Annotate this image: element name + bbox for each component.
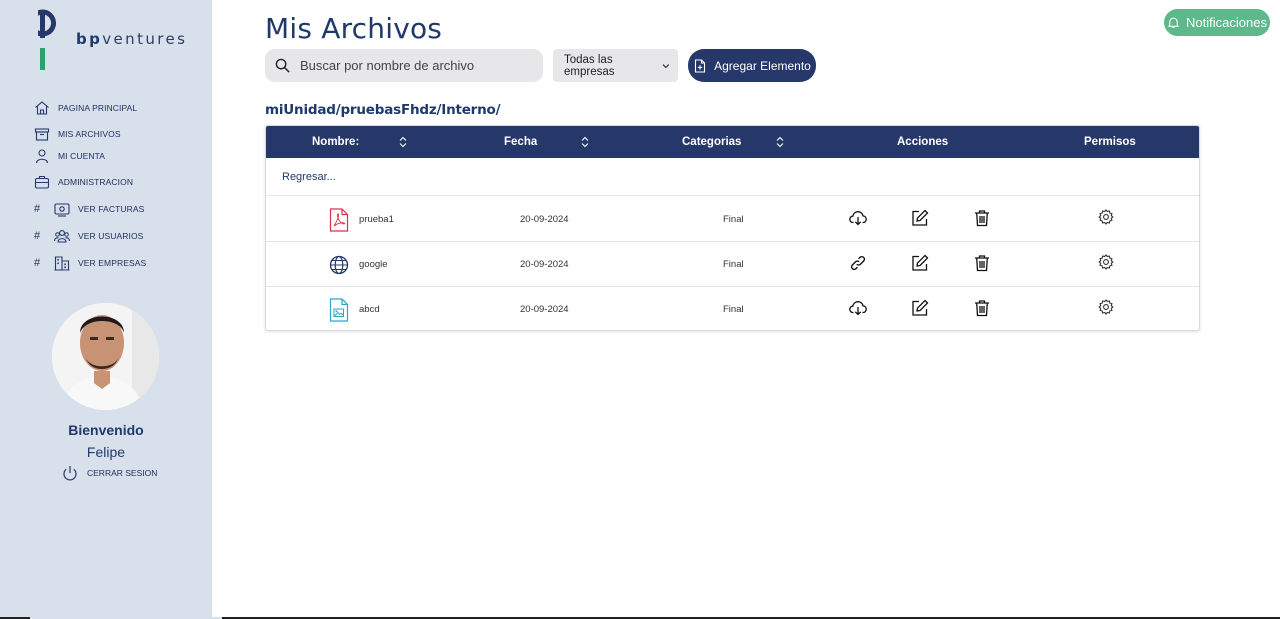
- file-date: 20-09-2024: [520, 214, 569, 225]
- gear-icon[interactable]: [1097, 253, 1115, 271]
- sidebar-item-mi-cuenta[interactable]: MI CUENTA: [34, 145, 105, 167]
- sidebar-item-label: ADMINISTRACION: [58, 177, 134, 187]
- globe-icon: [328, 242, 350, 287]
- column-label: Nombre:: [312, 136, 360, 148]
- sidebar: bpventures PAGINA PRINCIPAL MIS ARCHIVOS…: [0, 0, 212, 619]
- sidebar-item-label: VER EMPRESAS: [78, 258, 147, 268]
- bell-icon: [1167, 17, 1180, 28]
- hash-marker: #: [34, 230, 41, 242]
- sidebar-item-label: VER FACTURAS: [78, 204, 145, 214]
- gear-icon[interactable]: [1097, 208, 1115, 226]
- hash-marker: #: [34, 257, 41, 269]
- trash-icon[interactable]: [973, 299, 991, 317]
- logout-label: CERRAR SESION: [87, 468, 158, 478]
- table-row[interactable]: prueba1 20-09-2024 Final: [266, 197, 1199, 242]
- invoice-icon: [54, 203, 70, 217]
- link-icon[interactable]: [849, 254, 867, 272]
- column-header-categorias[interactable]: Categorias: [682, 126, 784, 158]
- brand-name: bpventures: [76, 30, 188, 48]
- image-file-icon: [328, 287, 350, 332]
- back-link[interactable]: Regresar...: [282, 171, 336, 183]
- sort-icon[interactable]: [581, 136, 589, 148]
- avatar: [52, 303, 159, 410]
- power-icon: [63, 466, 77, 481]
- search-input[interactable]: [300, 58, 530, 73]
- download-icon[interactable]: [849, 299, 867, 317]
- home-icon: [35, 101, 49, 115]
- file-category: Final: [723, 259, 744, 270]
- sidebar-item-administracion[interactable]: ADMINISTRACION: [34, 171, 133, 193]
- sidebar-item-label: VER USUARIOS: [78, 231, 144, 241]
- column-header-nombre[interactable]: Nombre:: [312, 126, 407, 158]
- user-photo: [52, 303, 159, 410]
- sort-icon[interactable]: [776, 136, 784, 148]
- archive-icon: [34, 128, 50, 141]
- trash-icon[interactable]: [973, 254, 991, 272]
- trash-icon[interactable]: [973, 209, 991, 227]
- download-icon[interactable]: [849, 209, 867, 227]
- column-label: Acciones: [897, 136, 949, 148]
- column-header-permisos: Permisos: [1084, 126, 1136, 158]
- sort-icon[interactable]: [399, 136, 407, 148]
- breadcrumb[interactable]: miUnidad/pruebasFhdz/Interno/: [265, 102, 501, 118]
- welcome-text: Bienvenido: [68, 422, 144, 438]
- files-table: Nombre: Fecha Categorias Acciones Permis…: [265, 125, 1200, 331]
- sidebar-item-pagina-principal[interactable]: PAGINA PRINCIPAL: [34, 97, 137, 119]
- sidebar-item-mis-archivos[interactable]: MIS ARCHIVOS: [34, 123, 121, 145]
- logo-mark-icon: [29, 9, 57, 70]
- edit-icon[interactable]: [911, 209, 929, 227]
- column-header-fecha[interactable]: Fecha: [504, 126, 589, 158]
- users-icon: [54, 230, 70, 243]
- company-filter-value: Todas las empresas: [564, 53, 615, 78]
- sidebar-item-ver-facturas[interactable]: # VER FACTURAS: [34, 198, 144, 220]
- sidebar-item-label: MI CUENTA: [58, 151, 106, 161]
- pdf-icon: [328, 197, 350, 242]
- table-row[interactable]: google 20-09-2024 Final: [266, 242, 1199, 287]
- add-element-label: Agregar Elemento: [714, 58, 811, 73]
- sidebar-item-ver-usuarios[interactable]: # VER USUARIOS: [34, 225, 143, 247]
- sidebar-item-label: PAGINA PRINCIPAL: [58, 103, 138, 113]
- column-label: Permisos: [1084, 136, 1136, 148]
- table-row[interactable]: abcd 20-09-2024 Final: [266, 287, 1199, 332]
- briefcase-icon: [34, 175, 50, 189]
- chevron-down-icon: [662, 63, 670, 68]
- file-category: Final: [723, 304, 744, 315]
- page-title: Mis Archivos: [265, 12, 443, 45]
- column-label: Fecha: [504, 136, 538, 148]
- column-header-acciones: Acciones: [897, 126, 948, 158]
- notifications-label: Notificaciones: [1186, 15, 1267, 30]
- edit-icon[interactable]: [911, 299, 929, 317]
- hash-marker: #: [34, 203, 41, 215]
- building-icon: [54, 256, 70, 271]
- edit-icon[interactable]: [911, 254, 929, 272]
- sidebar-item-ver-empresas[interactable]: # VER EMPRESAS: [34, 252, 146, 274]
- table-row-back: Regresar...: [266, 158, 1199, 196]
- search-icon: [275, 58, 290, 73]
- file-date: 20-09-2024: [520, 304, 569, 315]
- file-name[interactable]: abcd: [359, 287, 380, 332]
- user-icon: [35, 149, 49, 164]
- search-box: [265, 49, 543, 82]
- table-header: Nombre: Fecha Categorias Acciones Permis…: [266, 126, 1199, 158]
- sidebar-item-label: MIS ARCHIVOS: [58, 129, 121, 139]
- company-filter-select[interactable]: Todas las empresas: [553, 49, 678, 82]
- file-name[interactable]: google: [359, 242, 388, 287]
- file-add-icon: [695, 58, 706, 73]
- file-date: 20-09-2024: [520, 259, 569, 270]
- column-label: Categorias: [682, 136, 742, 148]
- add-element-button[interactable]: Agregar Elemento: [688, 49, 816, 82]
- notifications-button[interactable]: Notificaciones: [1164, 9, 1270, 36]
- file-category: Final: [723, 214, 744, 225]
- file-name[interactable]: prueba1: [359, 197, 394, 242]
- gear-icon[interactable]: [1097, 298, 1115, 316]
- logout-button[interactable]: CERRAR SESION: [62, 465, 157, 481]
- user-name: Felipe: [86, 444, 126, 460]
